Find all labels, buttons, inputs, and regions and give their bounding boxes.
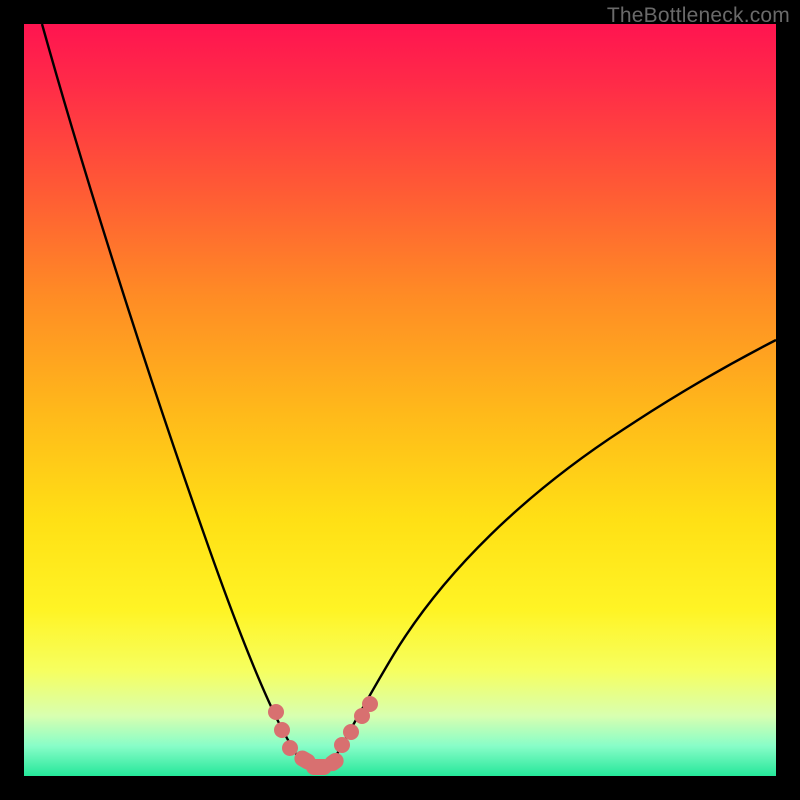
watermark-text: TheBottleneck.com [607,4,790,28]
chart-svg [24,24,776,776]
chart-plot-area [24,24,776,776]
right-curve [332,340,776,763]
left-curve [42,24,302,763]
